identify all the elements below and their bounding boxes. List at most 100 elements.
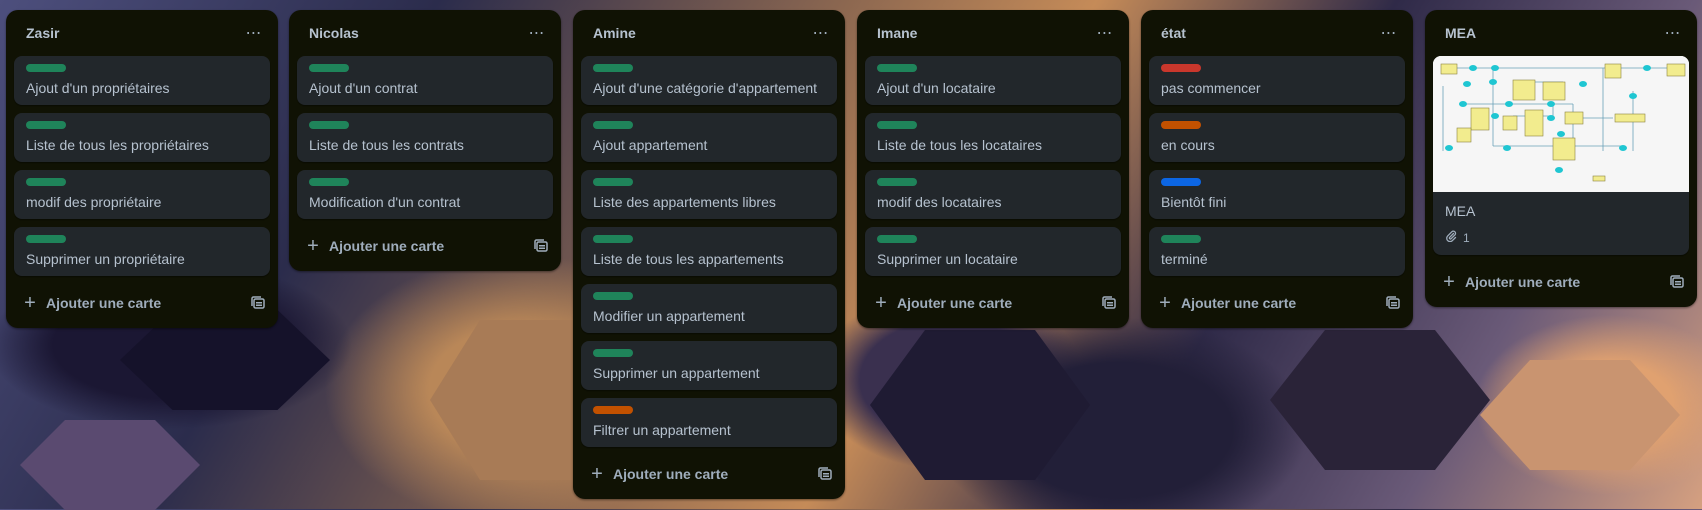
list-title[interactable]: Imane <box>877 25 917 41</box>
label-green[interactable] <box>26 64 66 72</box>
ellipsis-icon[interactable]: ⋯ <box>240 19 268 47</box>
card-title: modif des locataires <box>877 194 1002 210</box>
add-card-row: + Ajouter une carte <box>573 455 845 493</box>
card[interactable]: Liste de tous les locataires <box>865 113 1121 162</box>
label-green[interactable] <box>593 121 633 129</box>
diagram-cover-image <box>1433 56 1689 192</box>
add-card-button[interactable]: + Ajouter une carte <box>1441 272 1580 292</box>
label-green[interactable] <box>593 178 633 186</box>
label-green[interactable] <box>877 121 917 129</box>
card-title: Ajout d'un locataire <box>877 80 996 96</box>
card-title: en cours <box>1161 137 1215 153</box>
ellipsis-icon[interactable]: ⋯ <box>1375 19 1403 47</box>
label-green[interactable] <box>26 121 66 129</box>
ellipsis-icon[interactable]: ⋯ <box>807 19 835 47</box>
card[interactable]: Ajout d'une catégorie d'appartement <box>581 56 837 105</box>
card[interactable]: Ajout appartement <box>581 113 837 162</box>
add-card-row: + Ajouter une carte <box>6 284 278 322</box>
card[interactable]: Liste des appartements libres <box>581 170 837 219</box>
list-column-imane: Imane ⋯ Ajout d'un locataire Liste de to… <box>857 10 1129 328</box>
list-title[interactable]: Amine <box>593 25 636 41</box>
card[interactable]: Ajout d'un locataire <box>865 56 1121 105</box>
list-title[interactable]: Nicolas <box>309 25 359 41</box>
card[interactable]: Supprimer un locataire <box>865 227 1121 276</box>
paperclip-icon <box>1445 230 1457 245</box>
card-list: pas commencer en cours Bientôt fini term… <box>1141 56 1413 276</box>
list-column-etat: état ⋯ pas commencer en cours Bientôt fi… <box>1141 10 1413 328</box>
card[interactable]: Filtrer un appartement <box>581 398 837 447</box>
list-header: Amine ⋯ <box>573 10 845 56</box>
label-green[interactable] <box>593 235 633 243</box>
card[interactable]: modif des propriétaire <box>14 170 270 219</box>
template-icon[interactable] <box>1385 296 1401 310</box>
template-icon[interactable] <box>250 296 266 310</box>
card[interactable]: Ajout d'un propriétaires <box>14 56 270 105</box>
add-card-row: + Ajouter une carte <box>1141 284 1413 322</box>
card[interactable]: Modifier un appartement <box>581 284 837 333</box>
card[interactable]: terminé <box>1149 227 1405 276</box>
list-title[interactable]: Zasir <box>26 25 59 41</box>
template-icon[interactable] <box>533 239 549 253</box>
label-green[interactable] <box>26 178 66 186</box>
background-hexagon <box>1270 330 1490 470</box>
add-card-row: + Ajouter une carte <box>857 284 1129 322</box>
label-blue[interactable] <box>1161 178 1201 186</box>
add-card-button[interactable]: + Ajouter une carte <box>1157 293 1296 313</box>
list-header: Zasir ⋯ <box>6 10 278 56</box>
card[interactable]: en cours <box>1149 113 1405 162</box>
add-card-label: Ajouter une carte <box>1181 295 1297 311</box>
ellipsis-icon[interactable]: ⋯ <box>1091 19 1119 47</box>
add-card-button[interactable]: + Ajouter une carte <box>22 293 161 313</box>
plus-icon: + <box>307 235 319 257</box>
background-hexagon <box>870 330 1090 480</box>
card[interactable]: Supprimer un appartement <box>581 341 837 390</box>
template-icon[interactable] <box>1669 275 1685 289</box>
label-green[interactable] <box>877 64 917 72</box>
label-orange[interactable] <box>593 406 633 414</box>
card-title: Liste de tous les contrats <box>309 137 464 153</box>
card[interactable]: modif des locataires <box>865 170 1121 219</box>
list-title[interactable]: MEA <box>1445 25 1476 41</box>
card[interactable]: Supprimer un propriétaire <box>14 227 270 276</box>
label-green[interactable] <box>593 292 633 300</box>
label-green[interactable] <box>593 349 633 357</box>
card-title: Filtrer un appartement <box>593 422 731 438</box>
add-card-button[interactable]: + Ajouter une carte <box>589 464 728 484</box>
list-header: Nicolas ⋯ <box>289 10 561 56</box>
card[interactable]: Bientôt fini <box>1149 170 1405 219</box>
list-header: MEA ⋯ <box>1425 10 1697 56</box>
label-green[interactable] <box>1161 235 1201 243</box>
label-green[interactable] <box>877 178 917 186</box>
label-green[interactable] <box>309 64 349 72</box>
label-red[interactable] <box>1161 64 1201 72</box>
label-green[interactable] <box>309 178 349 186</box>
ellipsis-icon[interactable]: ⋯ <box>523 19 551 47</box>
background-hexagon <box>1480 360 1680 470</box>
label-green[interactable] <box>309 121 349 129</box>
label-green[interactable] <box>26 235 66 243</box>
add-card-label: Ajouter une carte <box>613 466 729 482</box>
add-card-row: + Ajouter une carte <box>289 227 561 265</box>
label-orange[interactable] <box>1161 121 1201 129</box>
card[interactable]: pas commencer <box>1149 56 1405 105</box>
plus-icon: + <box>1443 271 1455 293</box>
label-green[interactable] <box>593 64 633 72</box>
list-title[interactable]: état <box>1161 25 1186 41</box>
card[interactable]: Ajout d'un contrat <box>297 56 553 105</box>
card-title: Modifier un appartement <box>593 308 745 324</box>
card[interactable]: Liste de tous les propriétaires <box>14 113 270 162</box>
card[interactable]: Liste de tous les contrats <box>297 113 553 162</box>
template-icon[interactable] <box>1101 296 1117 310</box>
template-icon[interactable] <box>817 467 833 481</box>
card[interactable]: Liste de tous les appartements <box>581 227 837 276</box>
label-green[interactable] <box>877 235 917 243</box>
add-card-button[interactable]: + Ajouter une carte <box>873 293 1012 313</box>
card-title: Ajout d'une catégorie d'appartement <box>593 80 818 96</box>
add-card-button[interactable]: + Ajouter une carte <box>305 236 444 256</box>
card[interactable]: Modification d'un contrat <box>297 170 553 219</box>
add-card-label: Ajouter une carte <box>329 238 445 254</box>
card-with-cover[interactable]: MEA 1 <box>1433 56 1689 255</box>
card-body: MEA 1 <box>1433 192 1689 255</box>
background-hexagon <box>20 420 200 510</box>
ellipsis-icon[interactable]: ⋯ <box>1659 19 1687 47</box>
